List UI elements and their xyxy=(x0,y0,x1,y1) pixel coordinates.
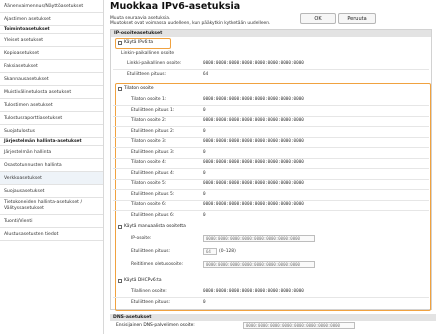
ip-address-settings-header: IP-osoiteasetukset xyxy=(111,30,431,37)
stateless-row: Etuliitteen pituus 1: 0 xyxy=(111,107,431,115)
manual-address-label: Käytä manuaalista osoitetta xyxy=(124,224,186,229)
sidebar-group-header: Järjestelmän hallinta-asetukset xyxy=(0,138,103,146)
stateless-row-value: 0000:0000:0000:0000:0000:0000:0000:0000 xyxy=(203,181,304,186)
link-local-address-value: 0000:0000:0000:0000:0000:0000:0000:0000 xyxy=(203,61,304,66)
dns-settings-header: DNS-asetukset xyxy=(110,314,436,321)
sidebar-item[interactable]: Faksiasetukset xyxy=(0,60,103,73)
stateless-row-value: 0 xyxy=(203,149,206,155)
stateless-row-label: Tilaton osoite 6: xyxy=(131,202,167,207)
stateless-row-label: Etuliitteen pituus 6: xyxy=(131,212,175,218)
stateless-row-label: Etuliitteen pituus 1: xyxy=(131,107,175,113)
sidebar-item[interactable]: Tuonti/Vienti xyxy=(0,215,103,228)
stateless-row-value: 0000:0000:0000:0000:0000:0000:0000:0000 xyxy=(203,202,304,207)
stateless-row-value: 0000:0000:0000:0000:0000:0000:0000:0000 xyxy=(203,118,304,123)
sidebar-item[interactable]: Skannausasetukset xyxy=(0,73,103,86)
sidebar-item[interactable]: Tulostimen asetukset xyxy=(0,99,103,112)
stateless-row: Tilaton osoite 5: 0000:0000:0000:0000:000… xyxy=(111,180,431,188)
stateless-row-value: 0 xyxy=(203,212,206,218)
stateless-row: Etuliitteen pituus 4: 0 xyxy=(111,170,431,178)
stateless-address-label: Tilaton osoite xyxy=(124,86,154,91)
stateless-row-value: 0000:0000:0000:0000:0000:0000:0000:0000 xyxy=(203,139,304,144)
stateless-row-value: 0000:0000:0000:0000:0000:0000:0000:0000 xyxy=(203,97,304,102)
stateless-address-row: Tilaton osoite xyxy=(118,85,154,93)
dhcpv6-checkbox[interactable] xyxy=(118,279,122,283)
manual-ip-address-input[interactable]: 0000:0000:0000:0000:0000:0000:0000:0000 xyxy=(203,235,315,242)
sidebar-item[interactable]: Alustusasetusten tiedot xyxy=(0,228,103,241)
primary-dns-input[interactable]: 0000:0000:0000:0000:0000:0000:0000:0000 xyxy=(243,322,355,329)
primary-dns-label: Ensisijainen DNS-palvelimen osoite: xyxy=(116,323,195,328)
sidebar-item[interactable]: Ajastimen asetukset xyxy=(0,13,103,26)
manual-ip-address-label: IP-osoite: xyxy=(131,236,152,241)
sidebar-item[interactable]: Tulostusraporttiasetukset xyxy=(0,112,103,125)
stateless-row: Etuliitteen pituus 3: 0 xyxy=(111,149,431,157)
sidebar-item[interactable]: Yleiset asetukset xyxy=(0,34,103,47)
dhcpv6-row: Käytä DHCPv6:ta xyxy=(118,277,162,285)
page-subtitle: Muuta seuraavia asetuksia. Muutokset ovat… xyxy=(110,16,310,27)
sidebar-item[interactable]: Äänenvaimennus/Näyttöasetukset xyxy=(0,0,103,13)
manual-prefix-length-input[interactable]: 64 xyxy=(203,248,217,255)
sidebar-item[interactable]: Verkkoasetukset xyxy=(0,172,103,185)
stateless-row-label: Etuliitteen pituus 2: xyxy=(131,128,175,134)
default-router-input[interactable]: 0000:0000:0000:0000:0000:0000:0000:0000 xyxy=(203,261,315,268)
prefix-range-hint: (0–128) xyxy=(219,249,236,254)
subtitle-line: Muutokset ovat voimassa uudelleen, kun p… xyxy=(110,21,271,27)
sidebar-item[interactable]: Muistivälinetulosta asetukset xyxy=(0,86,103,99)
stateless-row-value: 0000:0000:0000:0000:0000:0000:0000:0000 xyxy=(203,160,304,165)
stateless-row-label: Tilaton osoite 4: xyxy=(131,160,167,165)
page-title: Muokkaa IPv6-asetuksia xyxy=(110,1,241,12)
sidebar-item[interactable]: Järjestelmän hallinta xyxy=(0,146,103,159)
stateless-row-value: 0 xyxy=(203,170,206,176)
stateless-row: Tilaton osoite 2: 0000:0000:0000:0000:000… xyxy=(111,117,431,125)
stateless-row-value: 0 xyxy=(203,128,206,134)
stateless-row-label: Tilaton osoite 1: xyxy=(131,97,167,102)
manual-address-checkbox[interactable] xyxy=(118,225,122,229)
sidebar-item[interactable]: Suojausasetukset xyxy=(0,185,103,198)
link-local-address-label: Linkki-paikallinen osoite: xyxy=(127,61,182,66)
stateful-address-value: 0000:0000:0000:0000:0000:0000:0000:0000 xyxy=(203,289,304,294)
settings-sidebar: Äänenvaimennus/Näyttöasetukset Ajastimen … xyxy=(0,0,104,334)
sidebar-item[interactable]: Suojatulostus xyxy=(0,125,103,138)
stateless-row: Etuliitteen pituus 6: 0 xyxy=(111,212,431,220)
main-content: Muokkaa IPv6-asetuksia Muuta seuraavia a… xyxy=(106,0,442,334)
link-local-prefix-value: 64 xyxy=(203,72,209,77)
stateless-row: Etuliitteen pituus 2: 0 xyxy=(111,128,431,136)
stateless-row: Tilaton osoite 4: 0000:0000:0000:0000:000… xyxy=(111,159,431,167)
sidebar-group-header: Toimintoasetukset xyxy=(0,26,103,34)
stateless-row: Tilaton osoite 6: 0000:0000:0000:0000:000… xyxy=(111,201,431,209)
stateful-prefix-value: 0 xyxy=(203,300,206,305)
link-local-section-title: Linkin-paikallinen osoite xyxy=(121,51,175,56)
default-router-label: Reititimen oletusosoite: xyxy=(131,262,183,267)
stateful-address-label: Tilallinen osoite: xyxy=(131,289,167,294)
sidebar-item[interactable]: Kopioasetukset xyxy=(0,47,103,60)
stateless-address-checkbox[interactable] xyxy=(118,87,122,91)
manual-address-row: Käytä manuaalista osoitetta xyxy=(118,223,186,231)
stateless-row-value: 0 xyxy=(203,191,206,197)
stateless-row: Tilaton osoite 1: 0000:0000:0000:0000:000… xyxy=(111,96,431,104)
stateful-prefix-label: Etuliitteen pituus: xyxy=(131,300,171,305)
cancel-button[interactable]: Peruuta xyxy=(338,13,376,24)
stateless-row-label: Etuliitteen pituus 3: xyxy=(131,149,175,155)
stateless-row-label: Etuliitteen pituus 5: xyxy=(131,191,175,197)
stateless-row: Tilaton osoite 3: 0000:0000:0000:0000:000… xyxy=(111,138,431,146)
sidebar-item[interactable]: Osastotunnusten hallinta xyxy=(0,159,103,172)
divider xyxy=(113,69,429,70)
link-local-prefix-label: Etuliitteen pituus: xyxy=(127,72,167,77)
ok-button[interactable]: OK xyxy=(300,13,336,24)
stateless-row-label: Etuliitteen pituus 4: xyxy=(131,170,175,176)
stateless-row-label: Tilaton osoite 3: xyxy=(131,139,167,144)
stateless-row-label: Tilaton osoite 5: xyxy=(131,181,167,186)
stateless-row: Etuliitteen pituus 5: 0 xyxy=(111,191,431,199)
divider xyxy=(113,297,429,298)
use-ipv6-highlight xyxy=(115,38,171,49)
sidebar-item[interactable]: Tietokoneiden hallinta-asetukset / Välit… xyxy=(0,198,103,215)
ipv6-settings-panel: IP-osoiteasetukset Käytä IPv6:ta Linkin-… xyxy=(110,29,432,311)
dhcpv6-label: Käytä DHCPv6:ta xyxy=(124,278,162,283)
stateless-row-value: 0 xyxy=(203,107,206,113)
stateless-row-label: Tilaton osoite 2: xyxy=(131,118,167,123)
manual-prefix-length-label: Etuliitteen pituus: xyxy=(131,249,171,254)
